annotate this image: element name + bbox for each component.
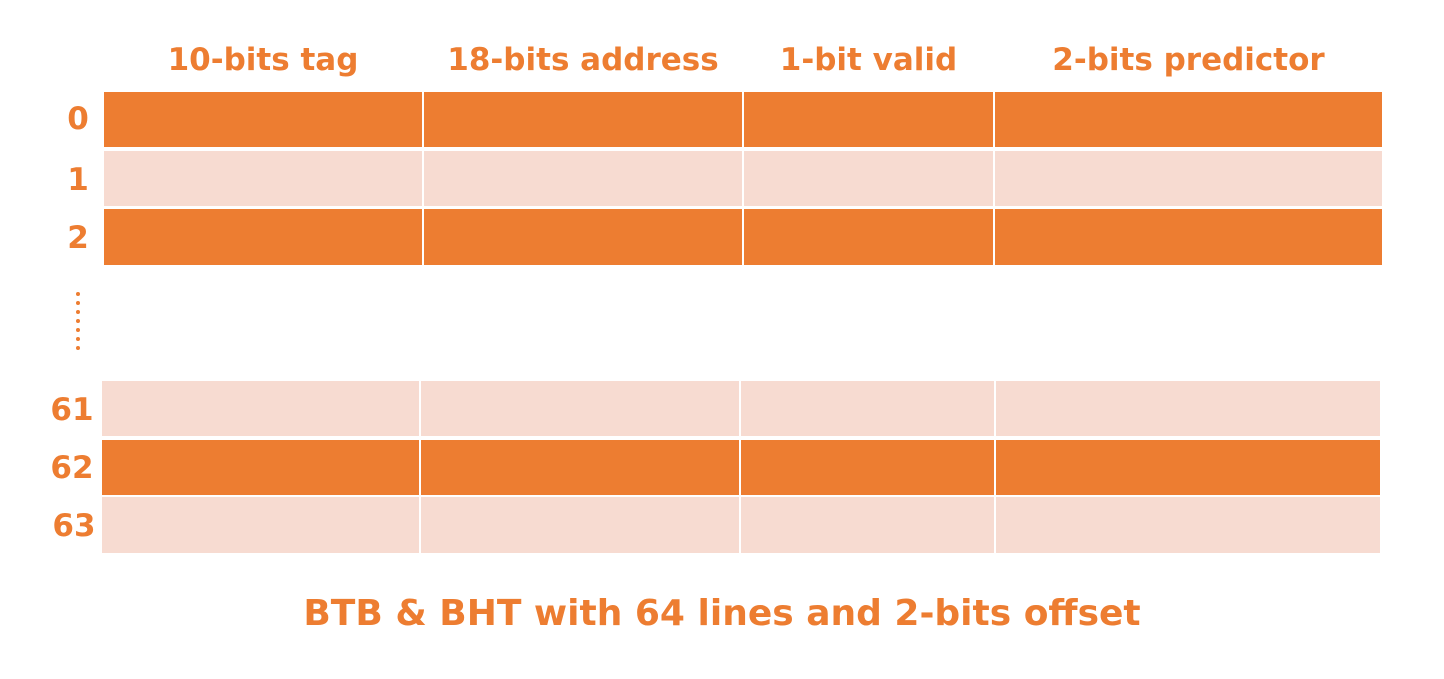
row-label-62: 62	[50, 450, 94, 486]
table-cell	[996, 381, 1380, 436]
table-cell	[424, 151, 742, 206]
table-cell	[102, 381, 419, 436]
row-label-2: 2	[67, 220, 89, 256]
table-cell	[995, 209, 1382, 265]
table-cell	[421, 381, 739, 436]
table-cell	[744, 92, 993, 147]
table-cell	[996, 497, 1380, 553]
table-cell	[741, 440, 994, 495]
table-cell	[995, 92, 1382, 147]
table-cell	[741, 381, 994, 436]
table-cell	[744, 209, 993, 265]
row-label-0: 0	[67, 101, 89, 137]
column-header-tag: 10-bits tag	[167, 42, 359, 78]
table-cell	[741, 497, 994, 553]
table-cell	[996, 440, 1380, 495]
vertical-ellipsis	[76, 292, 80, 360]
table-cell	[424, 92, 742, 147]
table-cell	[102, 440, 419, 495]
column-header-predictor: 2-bits predictor	[1052, 42, 1325, 78]
diagram-caption: BTB & BHT with 64 lines and 2-bits offse…	[303, 593, 1141, 634]
table-cell	[421, 440, 739, 495]
table-cell	[744, 151, 993, 206]
table-cell	[104, 209, 422, 265]
table-cell	[421, 497, 739, 553]
table-cell	[104, 92, 422, 147]
row-label-63: 63	[52, 508, 96, 544]
table-cell	[104, 151, 422, 206]
row-label-61: 61	[50, 392, 94, 428]
row-label-1: 1	[67, 162, 89, 198]
table-cell	[424, 209, 742, 265]
table-cell	[995, 151, 1382, 206]
column-header-valid: 1-bit valid	[779, 42, 958, 78]
table-cell	[102, 497, 419, 553]
column-header-address: 18-bits address	[447, 42, 719, 78]
